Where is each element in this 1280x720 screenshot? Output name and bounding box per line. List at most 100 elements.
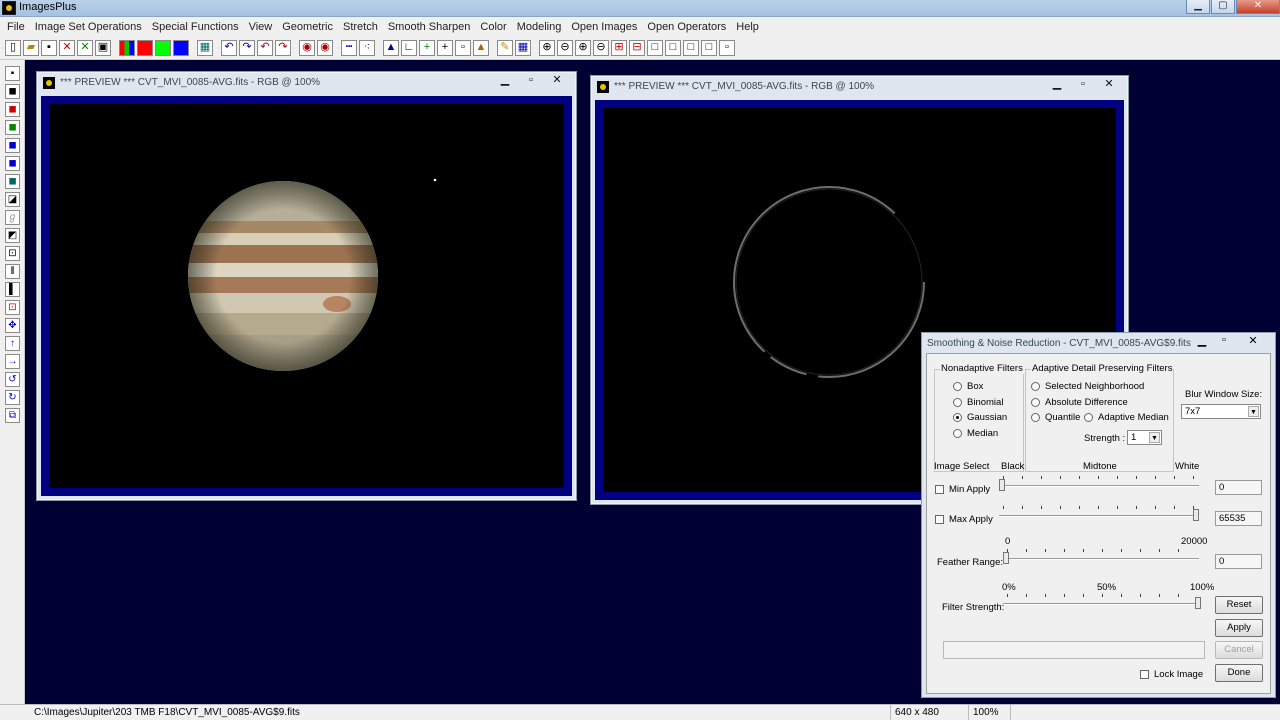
window-3-icon[interactable]: □ (683, 39, 699, 56)
maximize-icon[interactable]: ▫ (1070, 77, 1096, 92)
close-icon[interactable]: ✕ (1236, 0, 1280, 14)
min-apply-field[interactable]: 0 (1215, 480, 1262, 495)
lasso-icon[interactable]: ℊ (5, 210, 20, 225)
gradient-icon[interactable]: ◩ (5, 228, 20, 243)
filter-strength-slider[interactable] (1003, 594, 1201, 609)
menu-open-images[interactable]: Open Images (566, 21, 642, 33)
preview-right-title-bar[interactable]: *** PREVIEW *** CVT_MVI_0085-AVG.fits - … (595, 77, 1124, 95)
flip-icon[interactable]: ⧉ (5, 408, 20, 423)
minimize-icon[interactable]: ▁ (1044, 77, 1070, 92)
menu-open-operators[interactable]: Open Operators (642, 21, 731, 33)
window-4-icon[interactable]: □ (701, 39, 717, 56)
rotate-left-icon[interactable]: ↺ (5, 372, 20, 387)
feather-range-field[interactable]: 0 (1215, 554, 1262, 569)
undo-all-icon[interactable]: ↶ (257, 39, 273, 56)
close-icon[interactable]: ✕ (1096, 77, 1122, 92)
reset-button[interactable]: Reset (1215, 596, 1263, 614)
radio-absolute-difference[interactable]: Absolute Difference (1031, 397, 1128, 408)
red-channel-icon[interactable] (137, 39, 153, 56)
lock-image-checkbox[interactable]: Lock Image (1140, 669, 1203, 680)
window-1-icon[interactable]: □ (647, 39, 663, 56)
curve-icon[interactable]: ∟ (401, 39, 417, 56)
green-channel-icon[interactable] (155, 39, 171, 56)
stop-record-icon[interactable]: ◉ (317, 39, 333, 56)
grid-icon[interactable]: ▦ (197, 39, 213, 56)
record-icon[interactable]: ◉ (299, 39, 315, 56)
levels-icon[interactable]: ⦀ (5, 264, 20, 279)
pixel-info-icon[interactable]: ⁖ (359, 39, 375, 56)
close-icon[interactable]: ✕ (544, 73, 570, 88)
cancel-button[interactable]: Cancel (1215, 641, 1263, 659)
black-point-icon[interactable]: ◼ (5, 84, 20, 99)
radio-selected-neighborhood[interactable]: Selected Neighborhood (1031, 381, 1144, 392)
histogram-icon[interactable]: ▲ (383, 39, 399, 56)
region-icon[interactable]: ⊡ (5, 300, 20, 315)
smoothing-dialog[interactable]: Smoothing & Noise Reduction - CVT_MVI_00… (921, 332, 1276, 698)
maximize-icon[interactable]: ▫ (1213, 334, 1235, 348)
radio-box[interactable]: Box (953, 381, 983, 392)
minimize-icon[interactable]: ▁ (492, 73, 518, 88)
zoom-out-small-icon[interactable]: ⊖ (593, 39, 609, 56)
maximize-icon[interactable]: ▫ (518, 73, 544, 88)
menu-special-functions[interactable]: Special Functions (147, 21, 244, 33)
menu-view[interactable]: View (244, 21, 278, 33)
copy-icon[interactable]: ▣ (95, 39, 111, 56)
radio-median[interactable]: Median (953, 428, 998, 439)
apply-button[interactable]: Apply (1215, 619, 1263, 637)
crosshair-green-icon[interactable]: + (419, 39, 435, 56)
rotate-right-icon[interactable]: ↻ (5, 390, 20, 405)
radio-adaptive-median[interactable]: Adaptive Median (1084, 412, 1169, 423)
menu-color[interactable]: Color (475, 21, 511, 33)
menu-smooth-sharpen[interactable]: Smooth Sharpen (383, 21, 476, 33)
menu-geometric[interactable]: Geometric (277, 21, 338, 33)
zoom-out-icon[interactable]: ⊖ (557, 39, 573, 56)
zoom-in-small-icon[interactable]: ⊕ (575, 39, 591, 56)
min-apply-slider[interactable] (999, 476, 1199, 491)
rgb-channels-icon[interactable] (119, 39, 135, 56)
radio-gaussian[interactable]: Gaussian (953, 412, 1007, 423)
new-file-icon[interactable]: ▯ (5, 39, 21, 56)
menu-stretch[interactable]: Stretch (338, 21, 383, 33)
blur-window-size-select[interactable]: 7x7 ▼ (1181, 404, 1261, 419)
menu-file[interactable]: File (2, 21, 30, 33)
done-button[interactable]: Done (1215, 664, 1263, 682)
window-5-icon[interactable]: ▫ (719, 39, 735, 56)
strength-select[interactable]: 1 ▼ (1127, 430, 1162, 445)
menu-modeling[interactable]: Modeling (512, 21, 567, 33)
add-red-icon[interactable]: ⊞ (611, 39, 627, 56)
shadow-icon[interactable]: ◪ (5, 192, 20, 207)
preview-left-title-bar[interactable]: *** PREVIEW *** CVT_MVI_0085-AVG.fits - … (41, 73, 572, 91)
preview-window-left[interactable]: *** PREVIEW *** CVT_MVI_0085-AVG.fits - … (36, 71, 577, 501)
max-apply-slider[interactable] (999, 506, 1199, 521)
close-all-icon[interactable]: ✕ (77, 39, 93, 56)
save-icon[interactable]: ▪ (41, 39, 57, 56)
zoom-in-icon[interactable]: ⊕ (539, 39, 555, 56)
feather-range-slider[interactable] (1003, 549, 1199, 564)
dialog-title-bar[interactable]: Smoothing & Noise Reduction - CVT_MVI_00… (926, 334, 1271, 351)
column-icon[interactable]: ▌ (5, 282, 20, 297)
move-icon[interactable]: ✥ (5, 318, 20, 333)
minimize-icon[interactable]: ▁ (1191, 334, 1213, 348)
blue-point-icon[interactable]: ◼ (5, 138, 20, 153)
minus-red-icon[interactable]: ⊟ (629, 39, 645, 56)
red-point-icon[interactable]: ◼ (5, 102, 20, 117)
preview-left-canvas[interactable] (49, 104, 564, 488)
redo-icon[interactable]: ↷ (239, 39, 255, 56)
close-image-icon[interactable]: ✕ (59, 39, 75, 56)
blue-black-icon[interactable]: ◼ (5, 156, 20, 171)
max-apply-checkbox[interactable]: Max Apply (935, 514, 993, 525)
crosshair-icon[interactable]: + (437, 39, 453, 56)
minimize-icon[interactable]: ▁ (1186, 0, 1210, 14)
save-small-icon[interactable]: ▪ (5, 66, 20, 81)
redo-all-icon[interactable]: ↷ (275, 39, 291, 56)
line-dots-icon[interactable]: ┅ (341, 39, 357, 56)
open-folder-icon[interactable]: ▰ (23, 39, 39, 56)
window-2-icon[interactable]: □ (665, 39, 681, 56)
menu-help[interactable]: Help (731, 21, 764, 33)
select-icon[interactable]: ⊡ (5, 246, 20, 261)
image-info-icon[interactable]: ▲ (473, 39, 489, 56)
teal-black-icon[interactable]: ◼ (5, 174, 20, 189)
undo-icon[interactable]: ↶ (221, 39, 237, 56)
radio-binomial[interactable]: Binomial (953, 397, 1003, 408)
table-icon[interactable]: ▦ (515, 39, 531, 56)
